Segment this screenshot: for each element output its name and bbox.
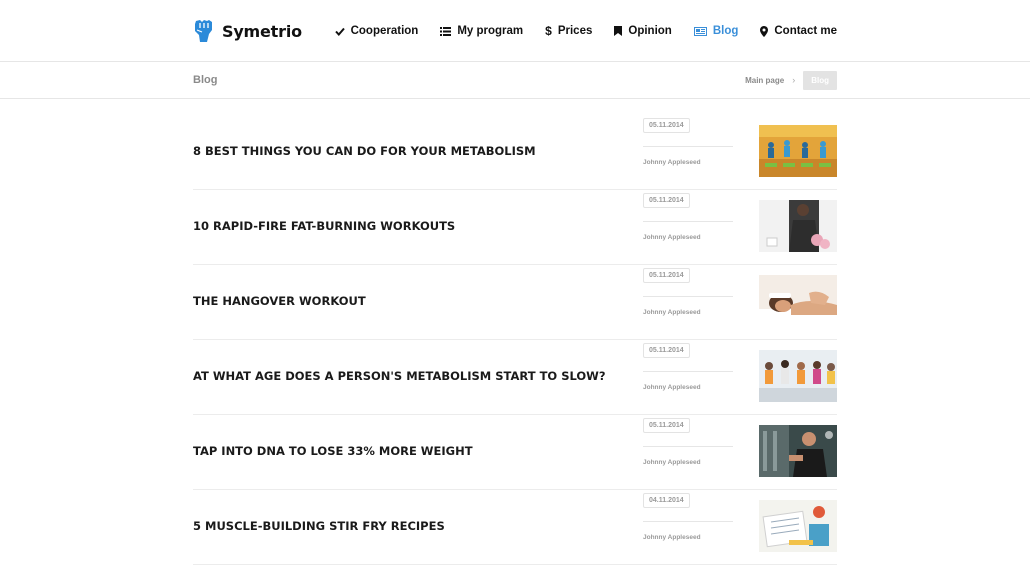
fitness-class-photo: [759, 125, 837, 177]
meta-divider: [643, 446, 733, 447]
post-thumbnail[interactable]: [759, 275, 837, 327]
post-thumbnail[interactable]: [759, 350, 837, 402]
blog-post-item: 8 BEST THINGS YOU CAN DO FOR YOUR METABO…: [193, 115, 837, 190]
nav-label: My program: [457, 25, 524, 37]
breadcrumb-current: Blog: [803, 70, 837, 90]
blog-post-item: 5 MUSCLE-BUILDING STIR FRY RECIPES 04.11…: [193, 490, 837, 565]
nav-item-contact-me[interactable]: Contact me: [760, 25, 837, 37]
breadcrumb-home-link[interactable]: Main page: [745, 76, 784, 85]
post-meta: 05.11.2014 Johnny Appleseed: [643, 415, 735, 490]
post-date-badge: 04.11.2014: [643, 493, 690, 508]
post-thumbnail[interactable]: [759, 500, 837, 552]
post-title-link[interactable]: 8 BEST THINGS YOU CAN DO FOR YOUR METABO…: [193, 144, 536, 158]
post-title-link[interactable]: TAP INTO DNA TO LOSE 33% MORE WEIGHT: [193, 444, 473, 458]
post-thumbnail[interactable]: [759, 125, 837, 177]
kettlebell-workout-photo: [759, 200, 837, 252]
post-date-badge: 05.11.2014: [643, 118, 690, 133]
fist-logo-icon: [195, 20, 212, 42]
post-meta: 05.11.2014 Johnny Appleseed: [643, 115, 735, 190]
post-title-link[interactable]: 5 MUSCLE-BUILDING STIR FRY RECIPES: [193, 519, 445, 533]
post-date-badge: 05.11.2014: [643, 193, 690, 208]
meta-divider: [643, 371, 733, 372]
blog-post-item: TAP INTO DNA TO LOSE 33% MORE WEIGHT 05.…: [193, 415, 837, 490]
page-title-bar: Blog Main page › Blog: [0, 62, 1030, 99]
post-meta: 04.11.2014 Johnny Appleseed: [643, 490, 735, 565]
post-date-badge: 05.11.2014: [643, 418, 690, 433]
nav-label: Blog: [712, 25, 739, 37]
bookmark-icon: [614, 26, 623, 36]
post-thumbnail[interactable]: [759, 425, 837, 477]
blog-post-item: AT WHAT AGE DOES A PERSON'S METABOLISM S…: [193, 340, 837, 415]
list-icon: [440, 26, 452, 36]
meta-divider: [643, 521, 733, 522]
newspaper-icon: [693, 26, 707, 36]
nav-item-cooperation[interactable]: Cooperation: [334, 25, 419, 37]
meta-divider: [643, 146, 733, 147]
nutrition-plan-photo: [759, 500, 837, 552]
post-title-link[interactable]: 10 RAPID-FIRE FAT-BURNING WORKOUTS: [193, 219, 455, 233]
nav-item-my-program[interactable]: My program: [440, 25, 523, 37]
dollar-icon: $: [545, 24, 552, 38]
post-meta: 05.11.2014 Johnny Appleseed: [643, 340, 735, 415]
nav-item-blog[interactable]: Blog: [693, 25, 739, 37]
gym-machine-photo: [759, 425, 837, 477]
chevron-right-icon: ›: [792, 75, 796, 85]
post-date-badge: 05.11.2014: [643, 343, 690, 358]
check-icon: [334, 27, 345, 36]
gym-group-photo: [759, 350, 837, 402]
post-author: Johnny Appleseed: [643, 234, 701, 241]
breadcrumb: Main page › Blog: [745, 70, 837, 90]
page-title: Blog: [193, 74, 218, 86]
post-author: Johnny Appleseed: [643, 459, 701, 466]
nav-label: Prices: [557, 25, 593, 37]
post-title-link[interactable]: THE HANGOVER WORKOUT: [193, 294, 366, 308]
post-thumbnail[interactable]: [759, 200, 837, 252]
post-title-link[interactable]: AT WHAT AGE DOES A PERSON'S METABOLISM S…: [193, 369, 606, 383]
post-date-badge: 05.11.2014: [643, 268, 690, 283]
post-author: Johnny Appleseed: [643, 384, 701, 391]
nav-item-prices[interactable]: $ Prices: [545, 24, 592, 38]
nav-label: Contact me: [774, 25, 837, 37]
post-author: Johnny Appleseed: [643, 159, 701, 166]
site-logo[interactable]: Symetrio: [193, 17, 302, 45]
meta-divider: [643, 221, 733, 222]
nav-label: Cooperation: [350, 25, 419, 37]
post-author: Johnny Appleseed: [643, 534, 701, 541]
post-meta: 05.11.2014 Johnny Appleseed: [643, 190, 735, 265]
map-marker-icon: [760, 25, 769, 37]
site-header: Symetrio Cooperation My program $ Prices…: [0, 0, 1030, 62]
nav-item-opinion[interactable]: Opinion: [614, 25, 672, 37]
post-meta: 05.11.2014 Johnny Appleseed: [643, 265, 735, 340]
post-author: Johnny Appleseed: [643, 309, 701, 316]
meta-divider: [643, 296, 733, 297]
main-nav: Cooperation My program $ Prices Opinion …: [313, 20, 837, 42]
nav-label: Opinion: [628, 25, 672, 37]
blog-post-item: THE HANGOVER WORKOUT 05.11.2014 Johnny A…: [193, 265, 837, 340]
blog-post-item: 10 RAPID-FIRE FAT-BURNING WORKOUTS 05.11…: [193, 190, 837, 265]
brand-name: Symetrio: [222, 21, 302, 41]
massage-photo: [759, 275, 837, 327]
